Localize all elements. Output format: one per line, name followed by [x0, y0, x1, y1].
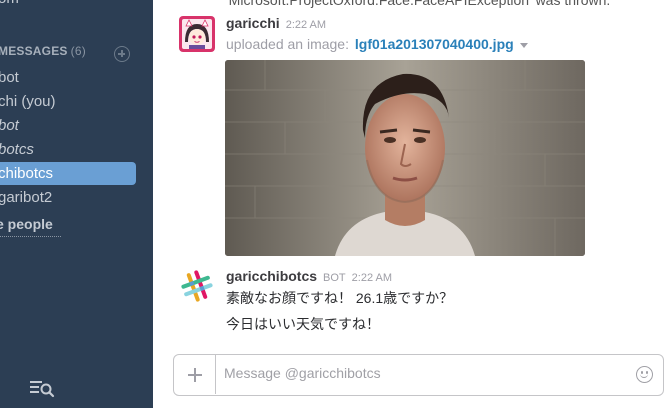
- uploaded-image[interactable]: [225, 60, 585, 256]
- team-name-partial[interactable]: om: [0, 0, 19, 7]
- plus-icon[interactable]: [174, 355, 216, 394]
- sidebar-item-dm[interactable]: botcs: [0, 138, 136, 161]
- message-author[interactable]: garicchi: [226, 15, 280, 31]
- message-pane: 'Microsoft.ProjectOxford.Face.FaceAPIExc…: [153, 0, 668, 408]
- avatar[interactable]: [179, 16, 215, 52]
- direct-messages-title: MESSAGES: [0, 44, 68, 58]
- direct-messages-count: (6): [70, 44, 86, 58]
- message-author[interactable]: garicchibotcs: [226, 268, 317, 284]
- sidebar-item-dm[interactable]: bot: [0, 114, 136, 137]
- previous-message-text: 'Microsoft.ProjectOxford.Face.FaceAPIExc…: [226, 0, 611, 8]
- sidebar-item-dm[interactable]: bot: [0, 66, 136, 89]
- bot-avatar[interactable]: [179, 268, 215, 304]
- message-text: 素敵なお顔ですね！ 26.1歳ですか？: [226, 290, 454, 306]
- emoji-icon[interactable]: [636, 366, 653, 383]
- file-name-link[interactable]: lgf01a201307040400.jpg: [355, 36, 514, 52]
- search-list-icon[interactable]: [30, 378, 56, 398]
- sidebar: om MESSAGES(6) bot chi (you) bot botcs c…: [0, 0, 153, 408]
- chevron-down-icon[interactable]: [519, 42, 528, 48]
- message-timestamp[interactable]: 2:22 AM: [352, 272, 392, 284]
- upload-info: uploaded an image: lgf01a201307040400.jp…: [226, 36, 528, 52]
- sidebar-item-dm-active[interactable]: chibotcs: [0, 162, 136, 185]
- add-direct-message-icon[interactable]: [114, 46, 130, 62]
- bot-badge: BOT: [323, 272, 346, 284]
- message-header: garicchi 2:22 AM: [226, 15, 326, 33]
- message-timestamp[interactable]: 2:22 AM: [286, 19, 326, 31]
- upload-action-text: uploaded an image:: [226, 36, 349, 52]
- sidebar-item-dm[interactable]: garibot2: [0, 186, 136, 209]
- message-header: garicchibotcs BOT 2:22 AM: [226, 268, 392, 286]
- message-composer: [173, 354, 664, 396]
- sidebar-item-dm-self[interactable]: chi (you): [0, 90, 136, 113]
- message-text: 今日はいい天気ですね！: [226, 316, 380, 332]
- message-input[interactable]: [224, 365, 624, 381]
- more-people-link[interactable]: e people: [0, 216, 61, 237]
